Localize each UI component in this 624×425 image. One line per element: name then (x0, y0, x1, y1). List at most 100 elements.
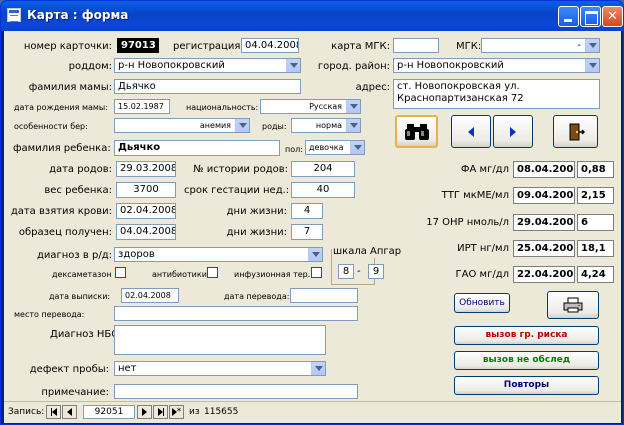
bar-icon (162, 408, 164, 416)
note-label: примечание: (41, 387, 109, 398)
last-record-button[interactable] (153, 405, 168, 419)
new-record-button[interactable]: * (169, 405, 184, 419)
history-number-field[interactable]: 204 (291, 161, 355, 177)
chevron-down-icon[interactable] (346, 119, 360, 132)
child-weight-field[interactable]: 3700 (116, 182, 176, 198)
maternity-label: роддом: (68, 61, 112, 72)
maternity-value: р-н Новопокровский (118, 60, 225, 71)
first-record-button[interactable] (46, 405, 61, 419)
next-record-nav-button[interactable] (137, 405, 152, 419)
find-button[interactable] (395, 115, 438, 148)
apgar-2-field[interactable]: 9 (368, 264, 384, 279)
maternity-select[interactable]: р-н Новопокровский (114, 58, 301, 73)
sample-received-label: образец получен: (18, 227, 112, 238)
result-value-fa[interactable]: 0,88 (577, 161, 614, 178)
discharge-date-field[interactable]: 02.04.2008 (121, 288, 179, 303)
result-value-gao[interactable]: 4,24 (577, 266, 614, 283)
title-bar[interactable]: Карта : форма ✕ (1, 1, 623, 31)
first-arrow-icon (51, 408, 57, 416)
asterisk-icon: * (176, 406, 182, 417)
mother-dob-label: дата рождения мамы: (14, 103, 108, 112)
nationality-select[interactable]: Русская (260, 99, 361, 114)
births-value: норма (315, 121, 342, 130)
update-button[interactable]: Обновить (454, 293, 510, 313)
mother-dob-field[interactable]: 15.02.1987 (114, 99, 170, 114)
repeats-button[interactable]: Повторы (454, 376, 599, 395)
chevron-down-icon[interactable] (286, 59, 300, 72)
sex-select[interactable]: девочка (305, 140, 365, 155)
pregnancy-features-select[interactable]: анемия (114, 118, 250, 133)
transfer-place-field[interactable] (114, 306, 358, 321)
window-title: Карта : форма (27, 8, 129, 22)
mother-surname-field[interactable]: Дьячко (114, 79, 301, 94)
blood-date-field[interactable]: 02.04.2008 (116, 203, 176, 219)
chevron-down-icon[interactable] (346, 100, 360, 113)
triangle-right-icon (510, 126, 516, 137)
print-button[interactable] (547, 291, 599, 319)
sample-defect-value: нет (118, 363, 137, 374)
city-district-select[interactable]: р-н Новопокровский (393, 58, 600, 73)
transfer-date-field[interactable] (290, 288, 358, 303)
close-button[interactable]: ✕ (602, 6, 623, 27)
result-date-gao[interactable]: 22.04.2008 (513, 266, 575, 283)
result-date-17onr[interactable]: 29.04.2008 (513, 214, 575, 231)
child-surname-field[interactable]: Дьячко (114, 140, 280, 156)
exit-button[interactable] (553, 115, 598, 148)
call-risk-group-button[interactable]: вызов гр. риска (454, 326, 599, 345)
mgk-select[interactable]: - (481, 38, 600, 53)
chevron-down-icon[interactable] (235, 119, 249, 132)
sample-defect-select[interactable]: нет (114, 361, 326, 376)
sample-received-field[interactable]: 04.04.2008 (116, 224, 176, 240)
result-value-17onr[interactable]: 6 (577, 214, 614, 231)
minimize-button[interactable] (558, 6, 579, 27)
nationality-label: национальность: (186, 103, 259, 112)
result-label-fa: ФА мг/дл (460, 164, 509, 175)
chevron-down-icon[interactable] (311, 362, 325, 375)
discharge-date-label: дата выписки: (49, 292, 111, 301)
transfer-place-label: место перевода: (14, 310, 85, 319)
life-days-1-field[interactable]: 4 (291, 203, 323, 219)
city-district-label: город. район: (317, 61, 390, 72)
gestation-weeks-field[interactable]: 40 (291, 182, 355, 198)
apgar-label: шкала Апгар (332, 245, 403, 258)
result-date-irt[interactable]: 25.04.2008 (513, 240, 575, 257)
form-body: номер карточки: 97013 регистрация 04.04.… (4, 31, 621, 423)
diagnosis-maternity-select[interactable]: здоров (114, 247, 323, 262)
result-label-irt: ИРТ нг/мл (457, 243, 509, 254)
note-field[interactable] (114, 384, 358, 399)
chevron-down-icon[interactable] (308, 248, 322, 261)
result-value-ttg[interactable]: 2,15 (577, 187, 614, 204)
form-window: Карта : форма ✕ номер карточки: 97013 ре… (0, 0, 624, 425)
registration-field[interactable]: 04.04.2008 (241, 38, 299, 53)
address-field[interactable]: ст. Новопокровская ул. Краснопартизанска… (393, 79, 600, 109)
antibiotics-checkbox[interactable] (207, 267, 218, 278)
sex-label: пол: (285, 145, 303, 154)
city-district-value: р-н Новопокровский (397, 60, 504, 71)
card-number-field[interactable]: 97013 (117, 38, 159, 53)
chevron-down-icon[interactable] (585, 59, 599, 72)
apgar-1-field[interactable]: 8 (338, 264, 354, 279)
births-select[interactable]: норма (291, 118, 361, 133)
life-days-2-field[interactable]: 7 (291, 224, 323, 240)
maximize-button[interactable] (580, 6, 601, 27)
result-date-ttg[interactable]: 09.04.2008 (513, 187, 575, 204)
mgk-card-field[interactable] (393, 38, 439, 53)
nbo-diagnosis-field[interactable] (114, 325, 326, 355)
birth-date-field[interactable]: 29.03.2008 (116, 161, 176, 177)
result-value-irt[interactable]: 18,1 (577, 240, 614, 257)
antibiotics-label: антибиотики (152, 270, 207, 279)
diagnosis-maternity-value: здоров (118, 249, 155, 260)
record-number-field[interactable]: 92051 (83, 405, 135, 419)
dexamethasone-checkbox[interactable] (115, 267, 126, 278)
sex-value: девочка (309, 143, 344, 152)
next-record-button[interactable] (493, 115, 533, 148)
infusion-checkbox[interactable] (311, 267, 322, 278)
previous-record-nav-button[interactable] (62, 405, 77, 419)
result-date-fa[interactable]: 08.04.2008 (513, 161, 575, 178)
history-number-label: № истории родов: (193, 164, 288, 175)
prev-record-button[interactable] (451, 115, 491, 148)
previous-arrow-icon (67, 408, 72, 416)
call-not-examined-button[interactable]: вызов не обслед (454, 351, 599, 370)
chevron-down-icon[interactable] (585, 39, 599, 52)
chevron-down-icon[interactable] (350, 141, 364, 154)
